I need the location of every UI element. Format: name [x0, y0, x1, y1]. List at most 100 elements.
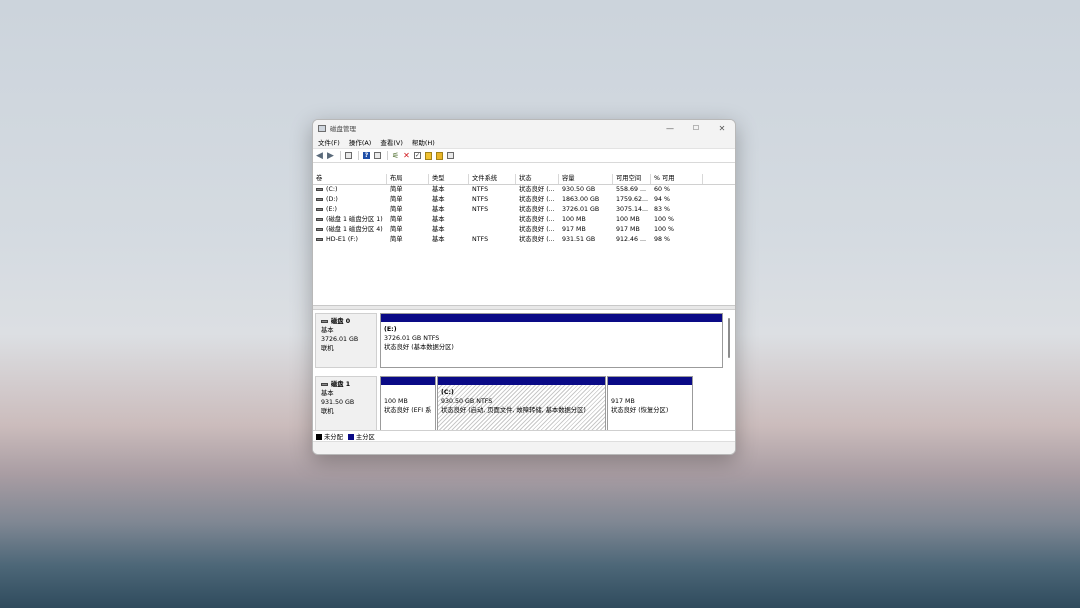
- column-header-status[interactable]: 状态: [516, 174, 559, 184]
- partition-label: [611, 388, 692, 397]
- type-cell: 基本: [432, 186, 445, 193]
- legend-primary-partition: 主分区: [355, 434, 375, 441]
- partition-efi[interactable]: 100 MB 状态良好 (EFI 系: [380, 376, 436, 430]
- free-space-cell: 917 MB: [616, 226, 640, 233]
- volume-icon: [316, 207, 323, 211]
- layout-cell: 简单: [390, 216, 403, 223]
- partition-e[interactable]: (E:) 3726.01 GB NTFS 状态良好 (基本数据分区): [380, 313, 723, 368]
- disk-0-row: 磁盘 0 基本 3726.01 GB 联机 (E:) 3726.01 GB NT…: [315, 313, 725, 368]
- partition-info: 100 MB 状态良好 (EFI 系: [381, 385, 435, 415]
- primary-partition-bar: [381, 314, 722, 322]
- free-space-cell: 558.69 ...: [616, 186, 647, 193]
- disk-state: 联机: [321, 408, 334, 415]
- status-cell: 状态良好 (...: [519, 236, 555, 243]
- toolbar: ◀ ▶ ? ⚟ ✕ ✓: [313, 148, 735, 163]
- partition-status: 状态良好 (基本数据分区): [384, 344, 454, 351]
- partition-size: 930.50 GB NTFS: [441, 398, 493, 405]
- volume-name-cell: (磁盘 1 磁盘分区 1): [313, 215, 387, 225]
- partition-label: [384, 388, 435, 397]
- forward-arrow-icon[interactable]: ▶: [326, 151, 335, 160]
- back-arrow-icon[interactable]: ◀: [315, 151, 324, 160]
- column-header-filesystem[interactable]: 文件系统: [469, 174, 516, 184]
- settings-icon[interactable]: [435, 151, 444, 160]
- primary-partition-bar: [608, 377, 692, 385]
- type-cell: 基本: [432, 216, 445, 223]
- primary-partition-bar: [381, 377, 435, 385]
- volume-name-cell: (C:): [313, 185, 387, 195]
- disk-map-scrollbar[interactable]: [728, 318, 730, 358]
- status-cell: 状态良好 (...: [519, 186, 555, 193]
- percent-free-cell: 94 %: [654, 196, 670, 203]
- delete-icon[interactable]: ✕: [402, 151, 411, 160]
- table-row[interactable]: (D:) 简单 基本 NTFS 状态良好 (... 1863.00 GB 175…: [313, 195, 735, 205]
- partition-c[interactable]: (C:) 930.50 GB NTFS 状态良好 (启动, 页面文件, 故障转储…: [437, 376, 606, 430]
- column-header-capacity[interactable]: 容量: [559, 174, 613, 184]
- percent-free-cell: 60 %: [654, 186, 670, 193]
- disk-list-icon[interactable]: [344, 151, 353, 160]
- table-row[interactable]: HD-E1 (F:) 简单 基本 NTFS 状态良好 (... 931.51 G…: [313, 235, 735, 245]
- capacity-cell: 930.50 GB: [562, 186, 596, 193]
- check-icon[interactable]: ✓: [413, 151, 422, 160]
- menu-help[interactable]: 帮助(H): [412, 137, 435, 147]
- percent-free-cell: 83 %: [654, 206, 670, 213]
- status-cell: 状态良好 (...: [519, 206, 555, 213]
- disk-management-window: 磁盘管理 — ☐ ✕ 文件(F) 操作(A) 查看(V) 帮助(H) ◀ ▶ ?…: [312, 119, 736, 455]
- partition-status: 状态良好 (恢复分区): [611, 407, 669, 414]
- layout-cell: 简单: [390, 206, 403, 213]
- capacity-cell: 917 MB: [562, 226, 586, 233]
- close-button[interactable]: ✕: [709, 120, 735, 136]
- partition-size: 100 MB: [384, 398, 408, 405]
- column-header-free-space[interactable]: 可用空间: [613, 174, 651, 184]
- view-icon[interactable]: [446, 151, 455, 160]
- new-volume-icon[interactable]: [424, 151, 433, 160]
- type-cell: 基本: [432, 226, 445, 233]
- table-row[interactable]: (C:) 简单 基本 NTFS 状态良好 (... 930.50 GB 558.…: [313, 185, 735, 195]
- partition-info: 917 MB 状态良好 (恢复分区): [608, 385, 692, 415]
- properties-icon[interactable]: [373, 151, 382, 160]
- menu-view[interactable]: 查看(V): [380, 137, 403, 147]
- disk-name: 磁盘 1: [331, 381, 351, 388]
- filesystem-cell: NTFS: [472, 186, 489, 193]
- disk-0-label[interactable]: 磁盘 0 基本 3726.01 GB 联机: [315, 313, 377, 368]
- table-row[interactable]: (磁盘 1 磁盘分区 1) 简单 基本 状态良好 (... 100 MB 100…: [313, 215, 735, 225]
- connect-icon[interactable]: ⚟: [391, 151, 400, 160]
- column-header-volume[interactable]: 卷: [313, 174, 387, 184]
- column-header-type[interactable]: 类型: [429, 174, 469, 184]
- toolbar-separator: [387, 151, 388, 160]
- partition-recovery[interactable]: 917 MB 状态良好 (恢复分区): [607, 376, 693, 430]
- help-icon[interactable]: ?: [362, 151, 371, 160]
- toolbar-separator: [358, 151, 359, 160]
- layout-cell: 简单: [390, 236, 403, 243]
- filesystem-cell: NTFS: [472, 236, 489, 243]
- volume-icon: [316, 197, 323, 201]
- partition-info: (C:) 930.50 GB NTFS 状态良好 (启动, 页面文件, 故障转储…: [438, 385, 605, 415]
- volume-name-cell: (D:): [313, 195, 387, 205]
- menu-action[interactable]: 操作(A): [349, 137, 372, 147]
- free-space-cell: 1759.62...: [616, 196, 649, 203]
- status-cell: 状态良好 (...: [519, 216, 555, 223]
- column-header-layout[interactable]: 布局: [387, 174, 429, 184]
- title-bar[interactable]: 磁盘管理 — ☐ ✕: [313, 120, 735, 136]
- column-header-percent-free[interactable]: % 可用: [651, 174, 703, 184]
- filesystem-cell: [469, 225, 516, 235]
- disk-size: 931.50 GB: [321, 399, 355, 406]
- volume-name: (磁盘 1 磁盘分区 1): [326, 216, 383, 223]
- volume-name: HD-E1 (F:): [326, 236, 359, 243]
- status-cell: 状态良好 (...: [519, 196, 555, 203]
- volume-list-header: 卷 布局 类型 文件系统 状态 容量 可用空间 % 可用: [313, 174, 735, 185]
- volume-name: (C:): [326, 186, 338, 193]
- layout-cell: 简单: [390, 196, 403, 203]
- table-row[interactable]: (磁盘 1 磁盘分区 4) 简单 基本 状态良好 (... 917 MB 917…: [313, 225, 735, 235]
- primary-partition-bar: [438, 377, 605, 385]
- capacity-cell: 3726.01 GB: [562, 206, 600, 213]
- menu-file[interactable]: 文件(F): [318, 137, 340, 147]
- filesystem-cell: NTFS: [472, 206, 489, 213]
- filesystem-cell: NTFS: [472, 196, 489, 203]
- menu-bar: 文件(F) 操作(A) 查看(V) 帮助(H): [313, 136, 735, 148]
- table-row[interactable]: (E:) 简单 基本 NTFS 状态良好 (... 3726.01 GB 307…: [313, 205, 735, 215]
- disk-1-label[interactable]: 磁盘 1 基本 931.50 GB 联机: [315, 376, 377, 430]
- toolbar-separator: [340, 151, 341, 160]
- maximize-button[interactable]: ☐: [683, 120, 709, 136]
- minimize-button[interactable]: —: [657, 120, 683, 136]
- window-title: 磁盘管理: [330, 125, 356, 133]
